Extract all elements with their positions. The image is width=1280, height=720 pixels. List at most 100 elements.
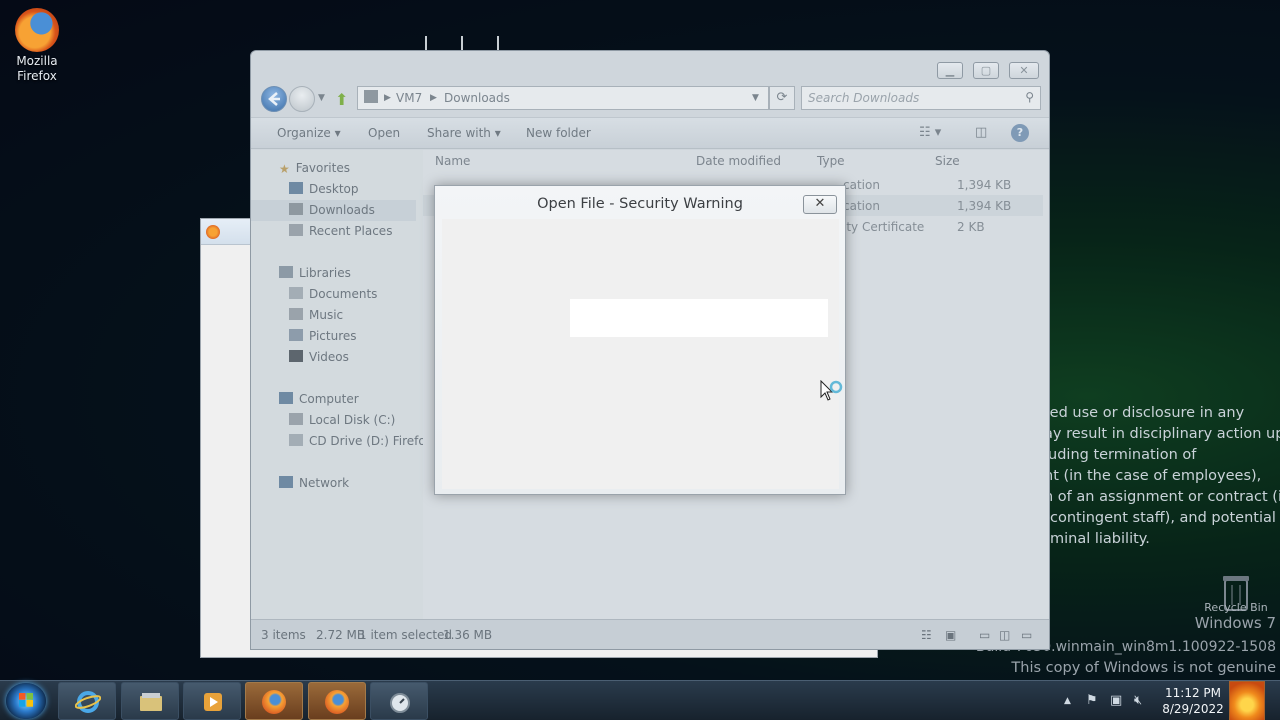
- close-button[interactable]: ✕: [1009, 62, 1039, 79]
- nav-desktop[interactable]: Desktop: [289, 179, 359, 200]
- hard-drive-icon: [289, 413, 303, 425]
- column-header-type[interactable]: Type: [817, 154, 845, 168]
- dialog-close-button[interactable]: ✕: [803, 195, 837, 214]
- nav-music[interactable]: Music: [289, 305, 343, 326]
- address-dropdown-icon[interactable]: ▼: [752, 93, 759, 103]
- firefox-icon: [206, 225, 220, 239]
- address-bar[interactable]: ▶ VM7 ▶ Downloads ▼: [357, 86, 769, 110]
- busy-cursor-icon: [820, 380, 843, 401]
- taskbar-firefox-1[interactable]: [245, 682, 303, 720]
- taskbar-explorer[interactable]: [121, 682, 179, 720]
- layout-icon[interactable]: ◫: [999, 628, 1010, 642]
- taskbar-ie[interactable]: [58, 682, 116, 720]
- folder-icon: [364, 90, 378, 103]
- nav-pictures[interactable]: Pictures: [289, 326, 357, 347]
- address-row: ▼ ⬆ ▶ VM7 ▶ Downloads ▼ ⟳ Search Downloa…: [251, 83, 1049, 115]
- status-total-size: 2.72 MB: [316, 628, 366, 642]
- nav-network[interactable]: Network: [279, 473, 349, 494]
- file-type: cation: [843, 199, 880, 213]
- layout-icon[interactable]: ▭: [979, 628, 990, 642]
- desktop-icon-label: Mozilla Firefox: [16, 54, 58, 83]
- nav-downloads[interactable]: Downloads: [251, 200, 416, 221]
- view-options-icon[interactable]: ☷ ▾: [919, 125, 941, 140]
- stopwatch-icon: [390, 693, 410, 713]
- dialog-title: Open File - Security Warning: [537, 196, 743, 212]
- videos-icon: [289, 350, 303, 362]
- new-folder-button[interactable]: New folder: [526, 126, 591, 140]
- up-folder-icon[interactable]: ⬆: [335, 90, 348, 109]
- genuine-notice: This copy of Windows is not genuine: [1011, 660, 1276, 676]
- windows-brand: Windows 7: [1194, 614, 1276, 632]
- breadcrumb-item[interactable]: VM7: [396, 91, 422, 105]
- taskbar-firefox-2[interactable]: [308, 682, 366, 720]
- nav-computer[interactable]: Computer: [279, 389, 359, 410]
- search-input[interactable]: Search Downloads ⚲: [801, 86, 1041, 110]
- firefox-icon: [325, 690, 349, 714]
- start-button[interactable]: [6, 683, 46, 719]
- legal-notice-line: contingent staff), and potential: [1050, 510, 1276, 526]
- details-view-icon[interactable]: ☷: [921, 628, 932, 642]
- show-hidden-icons[interactable]: ▲: [1064, 696, 1071, 706]
- window-edge-marks: [425, 36, 505, 50]
- nav-documents[interactable]: Documents: [289, 284, 377, 305]
- nav-videos[interactable]: Videos: [289, 347, 349, 368]
- desktop-icon: [289, 182, 303, 194]
- refresh-button[interactable]: ⟳: [769, 86, 795, 110]
- nav-favorites[interactable]: ★ Favorites: [279, 158, 350, 179]
- file-size: 1,394 KB: [957, 199, 1012, 213]
- column-header-name[interactable]: Name: [435, 154, 470, 168]
- firefox-icon: [15, 8, 59, 52]
- downloads-folder-icon: [289, 203, 303, 215]
- legal-notice-line: ay result in disciplinary action up: [1044, 426, 1280, 442]
- share-with-menu[interactable]: Share with ▾: [427, 126, 501, 140]
- legal-notice-line: ted use or disclosure in any: [1044, 405, 1245, 421]
- media-player-icon: [204, 693, 222, 711]
- nav-libraries[interactable]: Libraries: [279, 263, 351, 284]
- clock-time: 11:12 PM: [1165, 686, 1221, 700]
- thumbnail-view-icon[interactable]: ▣: [945, 628, 956, 642]
- minimize-button[interactable]: ▁: [937, 62, 963, 79]
- windows-logo-icon: [19, 693, 33, 707]
- maximize-button[interactable]: ▢: [973, 62, 999, 79]
- network-icon: [279, 476, 293, 488]
- search-placeholder: Search Downloads: [808, 91, 920, 105]
- folder-icon: [140, 693, 162, 711]
- help-icon[interactable]: ?: [1011, 124, 1029, 142]
- security-warning-dialog[interactable]: Open File - Security Warning ✕: [434, 185, 846, 495]
- recent-pages-dropdown[interactable]: ▼: [318, 93, 325, 103]
- volume-muted-icon[interactable]: 🔇︎: [1134, 693, 1142, 708]
- command-bar: Organize ▾ Open Share with ▾ New folder …: [251, 117, 1049, 149]
- music-icon: [289, 308, 303, 320]
- back-button[interactable]: [261, 86, 287, 112]
- user-picture-tile[interactable]: [1229, 681, 1265, 720]
- recent-places-icon: [289, 224, 303, 236]
- computer-icon: [279, 392, 293, 404]
- network-tray-icon[interactable]: ▣: [1110, 693, 1122, 708]
- desktop-icon-firefox[interactable]: Mozilla Firefox: [2, 8, 72, 84]
- clock[interactable]: 11:12 PM 8/29/2022: [1160, 685, 1226, 717]
- taskbar-media-player[interactable]: [183, 682, 241, 720]
- legal-notice-line: minal liability.: [1050, 531, 1150, 547]
- nav-local-disk[interactable]: Local Disk (C:): [289, 410, 395, 431]
- breadcrumb-item[interactable]: Downloads: [444, 91, 510, 105]
- firefox-icon: [262, 690, 286, 714]
- star-icon: ★: [279, 162, 290, 176]
- organize-menu[interactable]: Organize ▾: [277, 126, 341, 140]
- navigation-pane: ★ Favorites Desktop Downloads Recent Plac…: [251, 150, 432, 619]
- taskbar-security-app[interactable]: [370, 682, 428, 720]
- status-item-count: 3 items: [261, 628, 306, 642]
- recycle-bin-label: Recycle Bin: [1204, 601, 1268, 614]
- forward-button[interactable]: [289, 86, 315, 112]
- column-header-date[interactable]: Date modified: [696, 154, 781, 168]
- open-button[interactable]: Open: [368, 126, 400, 140]
- back-arrow-icon: [268, 92, 280, 106]
- column-header-size[interactable]: Size: [935, 154, 960, 168]
- pictures-icon: [289, 329, 303, 341]
- layout-icon[interactable]: ▭: [1021, 628, 1032, 642]
- action-center-flag-icon[interactable]: ⚑: [1086, 693, 1098, 708]
- preview-pane-icon[interactable]: ◫: [975, 125, 987, 140]
- explorer-titlebar[interactable]: ▁ ▢ ✕: [251, 51, 1049, 81]
- nav-recent-places[interactable]: Recent Places: [289, 221, 392, 242]
- desktop-icon-recycle-bin[interactable]: Recycle Bin: [1200, 572, 1272, 614]
- nav-cd-drive[interactable]: CD Drive (D:) Firefox: [289, 431, 432, 452]
